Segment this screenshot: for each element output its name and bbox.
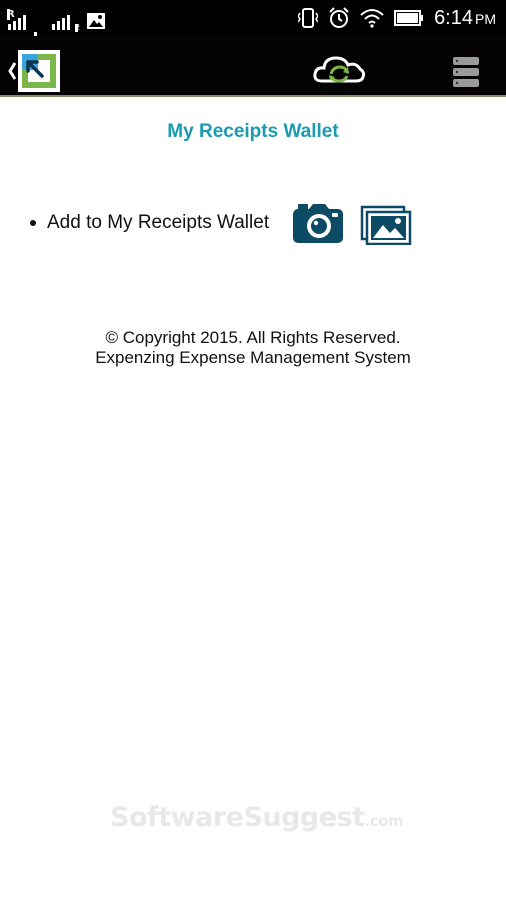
status-left: R 2 <box>7 6 106 38</box>
sim1-label: R <box>7 9 15 20</box>
watermark-text: SoftwareSuggest <box>110 802 365 833</box>
signal-sim2-icon: 2 <box>52 12 80 32</box>
copyright-text: © Copyright 2015. All Rights Reserved. <box>105 328 401 347</box>
vibrate-icon <box>298 8 319 28</box>
gallery-icon[interactable] <box>360 205 412 245</box>
database-menu-icon[interactable] <box>452 56 480 88</box>
clock-ampm: PM <box>475 10 496 27</box>
system-name-text: Expenzing Expense Management System <box>95 348 411 367</box>
status-right: 6:14 PM <box>298 5 496 31</box>
watermark-suffix: .com <box>364 812 404 830</box>
alarm-icon <box>329 7 349 28</box>
wifi-icon <box>360 9 384 28</box>
camera-icon[interactable] <box>292 202 344 244</box>
back-arrow-logo-icon[interactable] <box>8 48 62 94</box>
add-receipt-label: Add to My Receipts Wallet <box>47 212 270 233</box>
image-notification-icon <box>87 13 105 29</box>
page-title: My Receipts Wallet <box>167 121 339 142</box>
list-bullet <box>30 220 36 226</box>
cloud-sync-icon[interactable] <box>312 51 366 87</box>
signal-sim1-icon: R <box>7 9 26 30</box>
add-receipt-row: Add to My Receipts Wallet <box>30 200 269 246</box>
app-bar <box>0 36 506 97</box>
battery-icon <box>394 10 424 26</box>
sim2-badge: 2 <box>75 23 81 32</box>
comma-glyph <box>34 22 44 38</box>
status-bar: R 2 6:14 PM <box>0 0 506 38</box>
footer: © Copyright 2015. All Rights Reserved. E… <box>0 328 506 368</box>
watermark: SoftwareSuggest.com <box>110 802 410 842</box>
clock: 6:14 PM <box>434 5 496 32</box>
clock-time: 6:14 <box>434 6 473 29</box>
